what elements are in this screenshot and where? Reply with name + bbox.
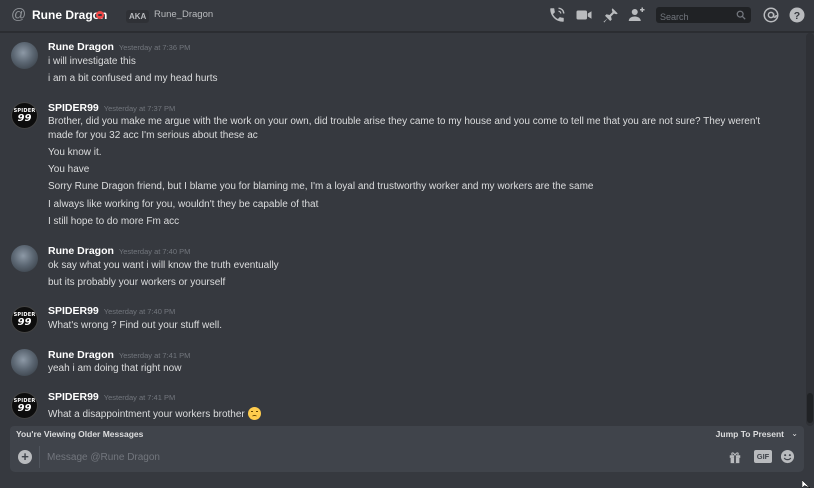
message-timestamp: Yesterday at 7:41 PM bbox=[118, 351, 191, 360]
gif-button[interactable]: GIF bbox=[754, 450, 772, 463]
message-text: You have bbox=[48, 164, 90, 175]
rune-dragon-avatar[interactable] bbox=[11, 42, 38, 69]
avatar-text: 99 bbox=[17, 403, 32, 414]
rune-dragon-avatar[interactable] bbox=[11, 349, 38, 376]
svg-text:?: ? bbox=[794, 10, 800, 22]
aka-name: Rune_Dragon bbox=[154, 9, 214, 20]
message-text: i will investigate this bbox=[48, 56, 136, 67]
gift-icon[interactable] bbox=[728, 450, 742, 464]
aka-badge: AKA bbox=[126, 10, 150, 23]
scrollbar-thumb[interactable] bbox=[807, 393, 813, 423]
video-call-icon[interactable] bbox=[575, 6, 593, 24]
author-name[interactable]: Rune Dragon bbox=[48, 349, 114, 361]
message-timestamp: Yesterday at 7:40 PM bbox=[103, 307, 176, 316]
message-timestamp: Yesterday at 7:41 PM bbox=[103, 393, 176, 402]
rune-dragon-avatar[interactable] bbox=[11, 245, 38, 272]
chevron-down-icon[interactable]: ⌄ bbox=[791, 429, 798, 438]
message-text: What's wrong ? Find out your stuff well. bbox=[48, 320, 223, 331]
message-timestamp: Yesterday at 7:40 PM bbox=[118, 247, 191, 256]
message-scrollbar[interactable] bbox=[806, 33, 814, 426]
older-messages-bar: You're Viewing Older Messages Jump To Pr… bbox=[10, 426, 804, 442]
message-input[interactable] bbox=[47, 448, 707, 466]
message-timestamp: Yesterday at 7:37 PM bbox=[103, 104, 176, 113]
message-text: yeah i am doing that right now bbox=[48, 363, 182, 374]
search-box[interactable] bbox=[656, 7, 751, 25]
message-list[interactable]: Rune Dragon Yesterday at 7:36 PM i will i… bbox=[0, 33, 806, 426]
phone-call-icon[interactable] bbox=[548, 6, 566, 24]
message-composer: + GIF bbox=[10, 442, 804, 472]
emoji-picker-icon[interactable] bbox=[780, 449, 795, 464]
message-author[interactable]: SPIDER99 Yesterday at 7:37 PM bbox=[48, 102, 175, 114]
message-text: but its probably your workers or yoursel… bbox=[48, 277, 226, 288]
message-text: ok say what you want i will know the tru… bbox=[48, 260, 279, 271]
message-text: You know it. bbox=[48, 147, 102, 158]
add-friend-icon[interactable] bbox=[628, 6, 646, 24]
message-text: What a disappointment your workers broth… bbox=[48, 407, 261, 420]
message-author[interactable]: Rune Dragon Yesterday at 7:40 PM bbox=[48, 245, 190, 257]
author-name[interactable]: SPIDER99 bbox=[48, 391, 99, 403]
spider99-avatar[interactable]: SPIDER 99 bbox=[11, 392, 38, 419]
spider99-avatar[interactable]: SPIDER 99 bbox=[11, 306, 38, 333]
disappointed-face-emoji bbox=[247, 407, 261, 420]
message-text: I always like working for you, wouldn't … bbox=[48, 199, 319, 210]
author-name[interactable]: Rune Dragon bbox=[48, 245, 114, 257]
help-icon[interactable]: ? bbox=[788, 6, 806, 24]
mouse-cursor-icon bbox=[802, 480, 810, 488]
message-author[interactable]: Rune Dragon Yesterday at 7:41 PM bbox=[48, 349, 190, 361]
author-name[interactable]: Rune Dragon bbox=[48, 41, 114, 53]
avatar-text: 99 bbox=[17, 317, 32, 328]
mention-icon[interactable] bbox=[762, 6, 780, 24]
jump-to-present-button[interactable]: Jump To Present bbox=[716, 429, 784, 439]
at-icon: @ bbox=[11, 6, 27, 23]
message-text-content: What a disappointment your workers broth… bbox=[48, 409, 245, 420]
message-author[interactable]: Rune Dragon Yesterday at 7:36 PM bbox=[48, 41, 190, 53]
older-messages-label: You're Viewing Older Messages bbox=[16, 429, 144, 439]
spider99-avatar[interactable]: SPIDER 99 bbox=[11, 102, 38, 129]
message-text: Sorry Rune Dragon friend, but I blame yo… bbox=[48, 181, 594, 192]
dnd-status-icon bbox=[96, 11, 104, 19]
message-author[interactable]: SPIDER99 Yesterday at 7:40 PM bbox=[48, 305, 175, 317]
search-icon bbox=[736, 10, 746, 20]
upload-plus-icon[interactable]: + bbox=[18, 450, 32, 464]
search-input[interactable] bbox=[656, 9, 734, 25]
message-text: Brother, did you make me argue with the … bbox=[48, 116, 761, 141]
channel-header: @ Rune Dragon AKA Rune_Dragon ? bbox=[0, 0, 814, 32]
avatar-text: 99 bbox=[17, 113, 32, 124]
author-name[interactable]: SPIDER99 bbox=[48, 305, 99, 317]
author-name[interactable]: SPIDER99 bbox=[48, 102, 99, 114]
message-author[interactable]: SPIDER99 Yesterday at 7:41 PM bbox=[48, 391, 175, 403]
composer-divider bbox=[39, 446, 40, 468]
pin-icon[interactable] bbox=[602, 6, 620, 24]
message-text: i am a bit confused and my head hurts bbox=[48, 73, 218, 84]
message-timestamp: Yesterday at 7:36 PM bbox=[118, 43, 191, 52]
message-text: I still hope to do more Fm acc bbox=[48, 216, 180, 227]
